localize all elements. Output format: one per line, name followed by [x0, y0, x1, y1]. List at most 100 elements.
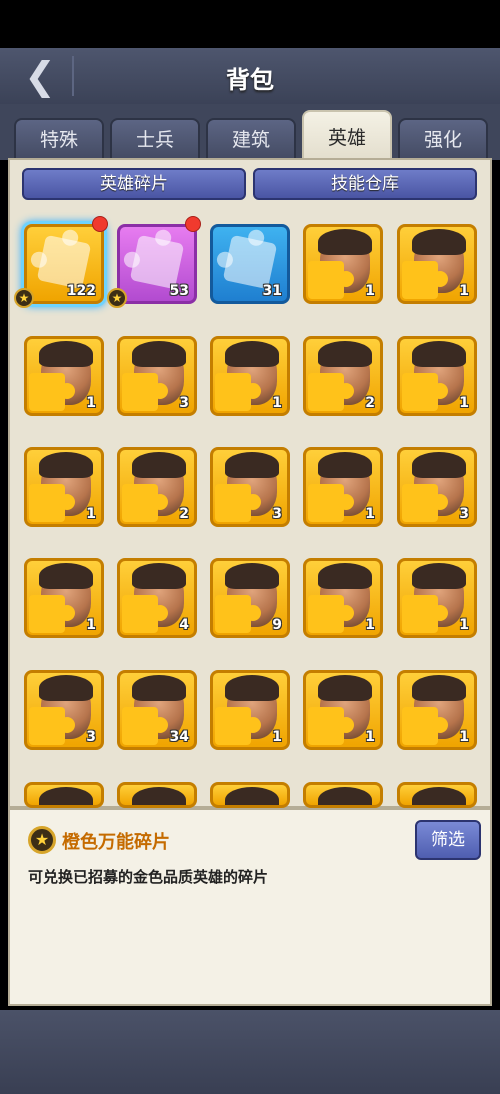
puzzle-piece-icon [402, 595, 448, 633]
hero-hair [39, 341, 93, 367]
item-count: 3 [272, 506, 282, 522]
item-count: 3 [86, 729, 96, 745]
hero-shard-item[interactable]: 1 [303, 670, 383, 750]
hero-hair [412, 229, 466, 255]
hero-hair [39, 563, 93, 589]
hero-hair [132, 452, 186, 478]
puzzle-piece-icon [36, 234, 92, 290]
hero-shard-item[interactable]: 1 [210, 670, 290, 750]
hero-hair [318, 563, 372, 589]
item-count: 1 [459, 617, 469, 633]
hero-hair [412, 452, 466, 478]
star-icon: ★ [28, 826, 56, 854]
universal-shard-item[interactable]: 53 [117, 224, 197, 304]
puzzle-piece-icon [308, 261, 354, 299]
puzzle-piece-icon [29, 595, 75, 633]
filter-button[interactable]: 筛选 [415, 820, 481, 860]
hero-shard-item[interactable]: 2 [303, 336, 383, 416]
hero-shard-item[interactable]: 3 [117, 336, 197, 416]
footer-bar [0, 1010, 500, 1094]
hero-shard-item[interactable]: 1 [397, 558, 477, 638]
hero-hair [225, 675, 279, 701]
puzzle-piece-icon [122, 595, 168, 633]
puzzle-piece-icon [122, 484, 168, 522]
puzzle-piece-icon [308, 484, 354, 522]
new-badge [92, 216, 108, 232]
hero-shard-item[interactable] [24, 782, 104, 808]
universal-shard-item[interactable]: 31 [210, 224, 290, 304]
detail-title: 橙色万能碎片 [62, 832, 170, 853]
hero-shard-item[interactable]: 1 [303, 447, 383, 527]
item-count: 1 [365, 283, 375, 299]
hero-shard-item[interactable] [303, 782, 383, 808]
tab-soldiers[interactable]: 士兵 [110, 118, 200, 158]
hero-hair [225, 787, 279, 805]
hero-hair [412, 341, 466, 367]
item-count: 122 [66, 283, 96, 299]
hero-shard-item[interactable]: 4 [117, 558, 197, 638]
puzzle-piece-icon [308, 595, 354, 633]
subtab-hero-shards[interactable]: 英雄碎片 [22, 168, 246, 200]
item-count: 2 [365, 395, 375, 411]
hero-hair [39, 452, 93, 478]
item-count: 1 [86, 506, 96, 522]
universal-shard-item[interactable]: 122 [24, 224, 104, 304]
hero-shard-item[interactable] [117, 782, 197, 808]
puzzle-piece-icon [215, 373, 261, 411]
puzzle-piece-icon [402, 373, 448, 411]
hero-shard-item[interactable]: 3 [397, 447, 477, 527]
hero-hair [412, 675, 466, 701]
hero-hair [132, 341, 186, 367]
hero-shard-item[interactable]: 1 [397, 224, 477, 304]
puzzle-piece-icon [29, 707, 75, 745]
hero-shard-item[interactable]: 3 [210, 447, 290, 527]
tab-heroes[interactable]: 英雄 [302, 110, 392, 160]
hero-hair [318, 675, 372, 701]
hero-shard-item[interactable]: 1 [24, 336, 104, 416]
puzzle-piece-icon [122, 373, 168, 411]
item-count: 1 [272, 395, 282, 411]
item-count: 1 [365, 617, 375, 633]
tab-special[interactable]: 特殊 [14, 118, 104, 158]
subtab-skill-storage[interactable]: 技能仓库 [253, 168, 477, 200]
hero-shard-item[interactable]: 3 [24, 670, 104, 750]
puzzle-piece-icon [402, 261, 448, 299]
hero-shard-item[interactable]: 34 [117, 670, 197, 750]
hero-hair [318, 452, 372, 478]
hero-shard-item[interactable] [397, 782, 477, 808]
hero-shard-item[interactable]: 1 [24, 447, 104, 527]
hero-hair [318, 341, 372, 367]
hero-hair [132, 787, 186, 805]
hero-hair [412, 787, 466, 805]
status-bar [0, 0, 500, 48]
header-bar: ❮ 背包 [0, 48, 500, 106]
puzzle-piece-icon [222, 234, 278, 290]
hero-hair [318, 229, 372, 255]
hero-shard-item[interactable]: 1 [397, 336, 477, 416]
hero-hair [225, 563, 279, 589]
detail-description: 可兑换已招募的金色品质英雄的碎片 [28, 868, 269, 886]
hero-shard-item[interactable]: 2 [117, 447, 197, 527]
star-icon: ★ [14, 288, 34, 308]
page-title: 背包 [226, 66, 274, 94]
hero-shard-item[interactable]: 1 [397, 670, 477, 750]
tab-buildings[interactable]: 建筑 [206, 118, 296, 158]
hero-shard-item[interactable]: 1 [24, 558, 104, 638]
puzzle-piece-icon [129, 234, 185, 290]
hero-shard-item[interactable]: 1 [210, 336, 290, 416]
hero-hair [412, 563, 466, 589]
puzzle-piece-icon [215, 484, 261, 522]
item-count: 3 [179, 395, 189, 411]
item-count: 1 [86, 617, 96, 633]
item-count: 1 [459, 395, 469, 411]
hero-shard-item[interactable]: 1 [303, 224, 383, 304]
tab-enhance[interactable]: 强化 [398, 118, 488, 158]
hero-shard-item[interactable] [210, 782, 290, 808]
puzzle-piece-icon [29, 484, 75, 522]
puzzle-piece-icon [402, 707, 448, 745]
hero-hair [39, 787, 93, 805]
hero-shard-item[interactable]: 9 [210, 558, 290, 638]
hero-hair [132, 563, 186, 589]
hero-shard-item[interactable]: 1 [303, 558, 383, 638]
item-count: 31 [262, 283, 282, 299]
